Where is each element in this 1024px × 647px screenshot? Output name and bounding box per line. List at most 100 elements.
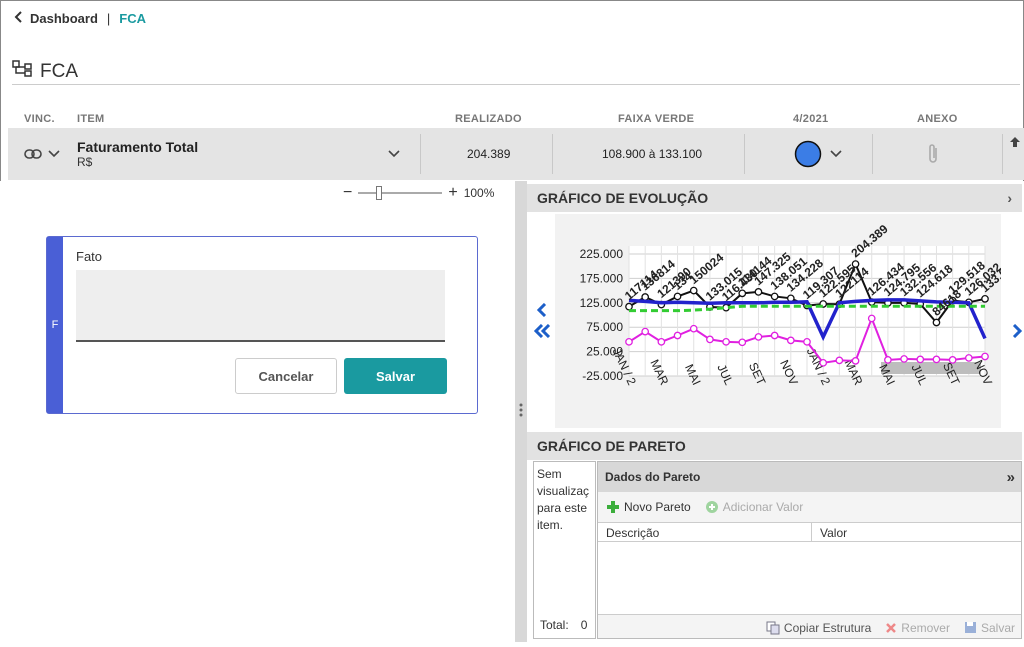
- data-point: [964, 354, 973, 362]
- data-point: [641, 327, 650, 336]
- data-point: [835, 356, 844, 365]
- data-point: [770, 292, 779, 301]
- y-tick-label: 75.000: [586, 320, 623, 334]
- data-point: [625, 337, 633, 346]
- panel-splitter[interactable]: [515, 181, 527, 642]
- data-point: [673, 331, 682, 340]
- data-point: [738, 338, 747, 347]
- zoom-out-button[interactable]: −: [343, 184, 352, 202]
- pareto-section-header: GRÁFICO DE PARETO: [527, 432, 1022, 460]
- pareto-data-panel: Dados do Pareto » Novo Pareto Adicionar …: [597, 461, 1022, 639]
- data-point: [689, 286, 698, 295]
- y-tick-label: 225.000: [580, 247, 624, 261]
- pareto-toolbar: Novo Pareto Adicionar Valor: [598, 492, 1021, 522]
- item-row[interactable]: Faturamento Total R$ 204.389 108.900 à 1…: [8, 128, 1024, 180]
- remove-button[interactable]: Remover: [885, 621, 950, 635]
- data-point: [948, 356, 957, 364]
- zoom-slider[interactable]: [358, 186, 443, 200]
- zoom-level: 100%: [463, 186, 495, 200]
- data-point: [932, 355, 941, 364]
- link-icon[interactable]: [24, 128, 42, 180]
- faixa-verde-value: 108.900 à 133.100: [602, 147, 703, 161]
- new-pareto-button[interactable]: Novo Pareto: [606, 500, 691, 514]
- data-point: [754, 333, 763, 341]
- pareto-panel-title: Dados do Pareto: [605, 470, 701, 484]
- item-cell: Faturamento Total R$: [77, 128, 198, 180]
- data-point: [673, 292, 682, 301]
- paperclip-icon[interactable]: [926, 128, 940, 180]
- pareto-empty-line: Sem: [537, 467, 562, 481]
- x-icon: [886, 622, 897, 633]
- realizado-value: 204.389: [467, 147, 511, 161]
- pareto-empty-line: visualizaç: [537, 484, 590, 498]
- status-chevron-down-icon[interactable]: [830, 128, 842, 180]
- fato-textarea[interactable]: [76, 270, 445, 342]
- evolution-section-header: GRÁFICO DE EVOLUÇÃO ›: [527, 184, 1022, 212]
- data-point: [722, 337, 730, 346]
- data-point: [867, 314, 876, 323]
- col-descricao: Descrição: [598, 523, 812, 541]
- chart-first-icon[interactable]: [533, 323, 551, 343]
- data-point: [706, 335, 714, 344]
- data-point: [819, 358, 828, 367]
- pareto-empty-line: para este: [537, 501, 588, 515]
- page-title: FCA: [12, 60, 78, 84]
- col-anexo: ANEXO: [917, 113, 958, 125]
- divider: [420, 134, 421, 174]
- col-realizado: REALIZADO: [455, 113, 522, 125]
- vinc-chevron-down-icon[interactable]: [48, 128, 60, 180]
- pareto-table-body: [598, 542, 1021, 614]
- data-point: [754, 288, 763, 296]
- divider: [552, 134, 553, 174]
- data-point: [625, 302, 633, 311]
- data-point: [851, 260, 860, 268]
- save-button[interactable]: Salvar: [344, 358, 447, 394]
- copy-structure-button[interactable]: Copiar Estrutura: [766, 621, 871, 635]
- item-unit: R$: [77, 155, 93, 169]
- evolution-title: GRÁFICO DE EVOLUÇÃO: [537, 190, 709, 206]
- pareto-save-button[interactable]: Salvar: [964, 621, 1015, 635]
- col-faixa-verde: FAIXA VERDE: [618, 113, 695, 125]
- data-point: [770, 331, 779, 340]
- status-dot[interactable]: [794, 128, 822, 180]
- data-point: [786, 336, 795, 345]
- data-point: [900, 355, 908, 363]
- col-period: 4/2021: [793, 113, 829, 125]
- breadcrumb-dashboard-link[interactable]: Dashboard: [30, 11, 98, 26]
- add-circle-icon: [705, 501, 718, 513]
- chart-scroll-band: [881, 362, 981, 374]
- hierarchy-icon: [12, 60, 34, 84]
- col-item: ITEM: [77, 113, 105, 125]
- breadcrumb: Dashboard | FCA: [14, 11, 146, 26]
- divider: [872, 134, 873, 174]
- arrow-up-icon[interactable]: [1009, 128, 1021, 180]
- pareto-empty-panel: Sem visualizaç para este item. Total: 0: [533, 461, 596, 639]
- data-point: [916, 355, 925, 364]
- floppy-icon: [964, 622, 976, 633]
- data-point: [932, 318, 941, 327]
- pareto-total: Total: 0: [540, 617, 587, 634]
- chart-prev-icon[interactable]: [535, 302, 549, 322]
- double-chevron-right-icon[interactable]: »: [1007, 469, 1015, 486]
- fato-card: F Fato Cancelar Salvar: [46, 236, 478, 414]
- divider: [744, 134, 745, 174]
- breadcrumb-separator: |: [106, 11, 111, 26]
- data-point: [981, 352, 989, 361]
- pareto-panel-header: Dados do Pareto »: [598, 462, 1021, 492]
- back-chevron-icon[interactable]: [14, 11, 24, 26]
- fca-flag: F: [47, 237, 63, 413]
- chart-last-icon[interactable]: [1011, 323, 1024, 343]
- evolution-chart-svg: 225.000175.000125.00075.00025.000-25.000…: [580, 222, 1021, 388]
- total-label: Total:: [540, 618, 569, 632]
- add-value-button[interactable]: Adicionar Valor: [705, 500, 803, 514]
- data-point: [851, 357, 860, 365]
- col-vinc: VINC.: [24, 113, 55, 125]
- copy-icon: [766, 621, 780, 634]
- item-chevron-down-icon[interactable]: [388, 128, 400, 180]
- breadcrumb-current: FCA: [119, 11, 147, 26]
- chevron-right-icon[interactable]: ›: [1007, 190, 1012, 206]
- cancel-button[interactable]: Cancelar: [235, 358, 337, 394]
- zoom-in-button[interactable]: +: [448, 184, 457, 202]
- pareto-title: GRÁFICO DE PARETO: [537, 438, 686, 454]
- divider: [1002, 134, 1003, 174]
